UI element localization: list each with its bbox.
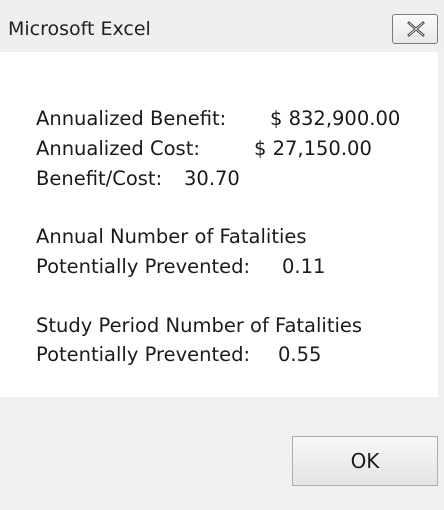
- benefit-cost-value: 30.70: [184, 167, 240, 190]
- title-bar[interactable]: Microsoft Excel: [0, 0, 444, 52]
- annual-fatalities-heading: Annual Number of Fatalities: [36, 225, 307, 248]
- dialog-button-bar: OK: [0, 397, 444, 510]
- close-x-icon: [407, 21, 425, 37]
- annualized-benefit-label: Annualized Benefit:: [36, 107, 227, 130]
- annualized-benefit-value: $ 832,900.00: [270, 107, 401, 130]
- annualized-cost-label: Annualized Cost:: [36, 137, 200, 160]
- dialog-message-area: Annualized Benefit: $ 832,900.00 Annuali…: [0, 52, 444, 397]
- study-fatalities-heading: Study Period Number of Fatalities: [36, 314, 363, 337]
- annual-fatalities-value: 0.11: [282, 255, 326, 278]
- study-fatalities-value: 0.55: [278, 343, 322, 366]
- message-dialog: Microsoft Excel Annualized Benefit: $ 83…: [0, 0, 444, 510]
- window-title: Microsoft Excel: [8, 18, 151, 40]
- ok-button[interactable]: OK: [292, 436, 438, 486]
- annual-fatalities-label: Potentially Prevented:: [36, 255, 251, 278]
- annualized-cost-value: $ 27,150.00: [254, 137, 372, 160]
- benefit-cost-label: Benefit/Cost:: [36, 167, 163, 190]
- study-fatalities-label: Potentially Prevented:: [36, 343, 251, 366]
- close-button[interactable]: [392, 14, 438, 44]
